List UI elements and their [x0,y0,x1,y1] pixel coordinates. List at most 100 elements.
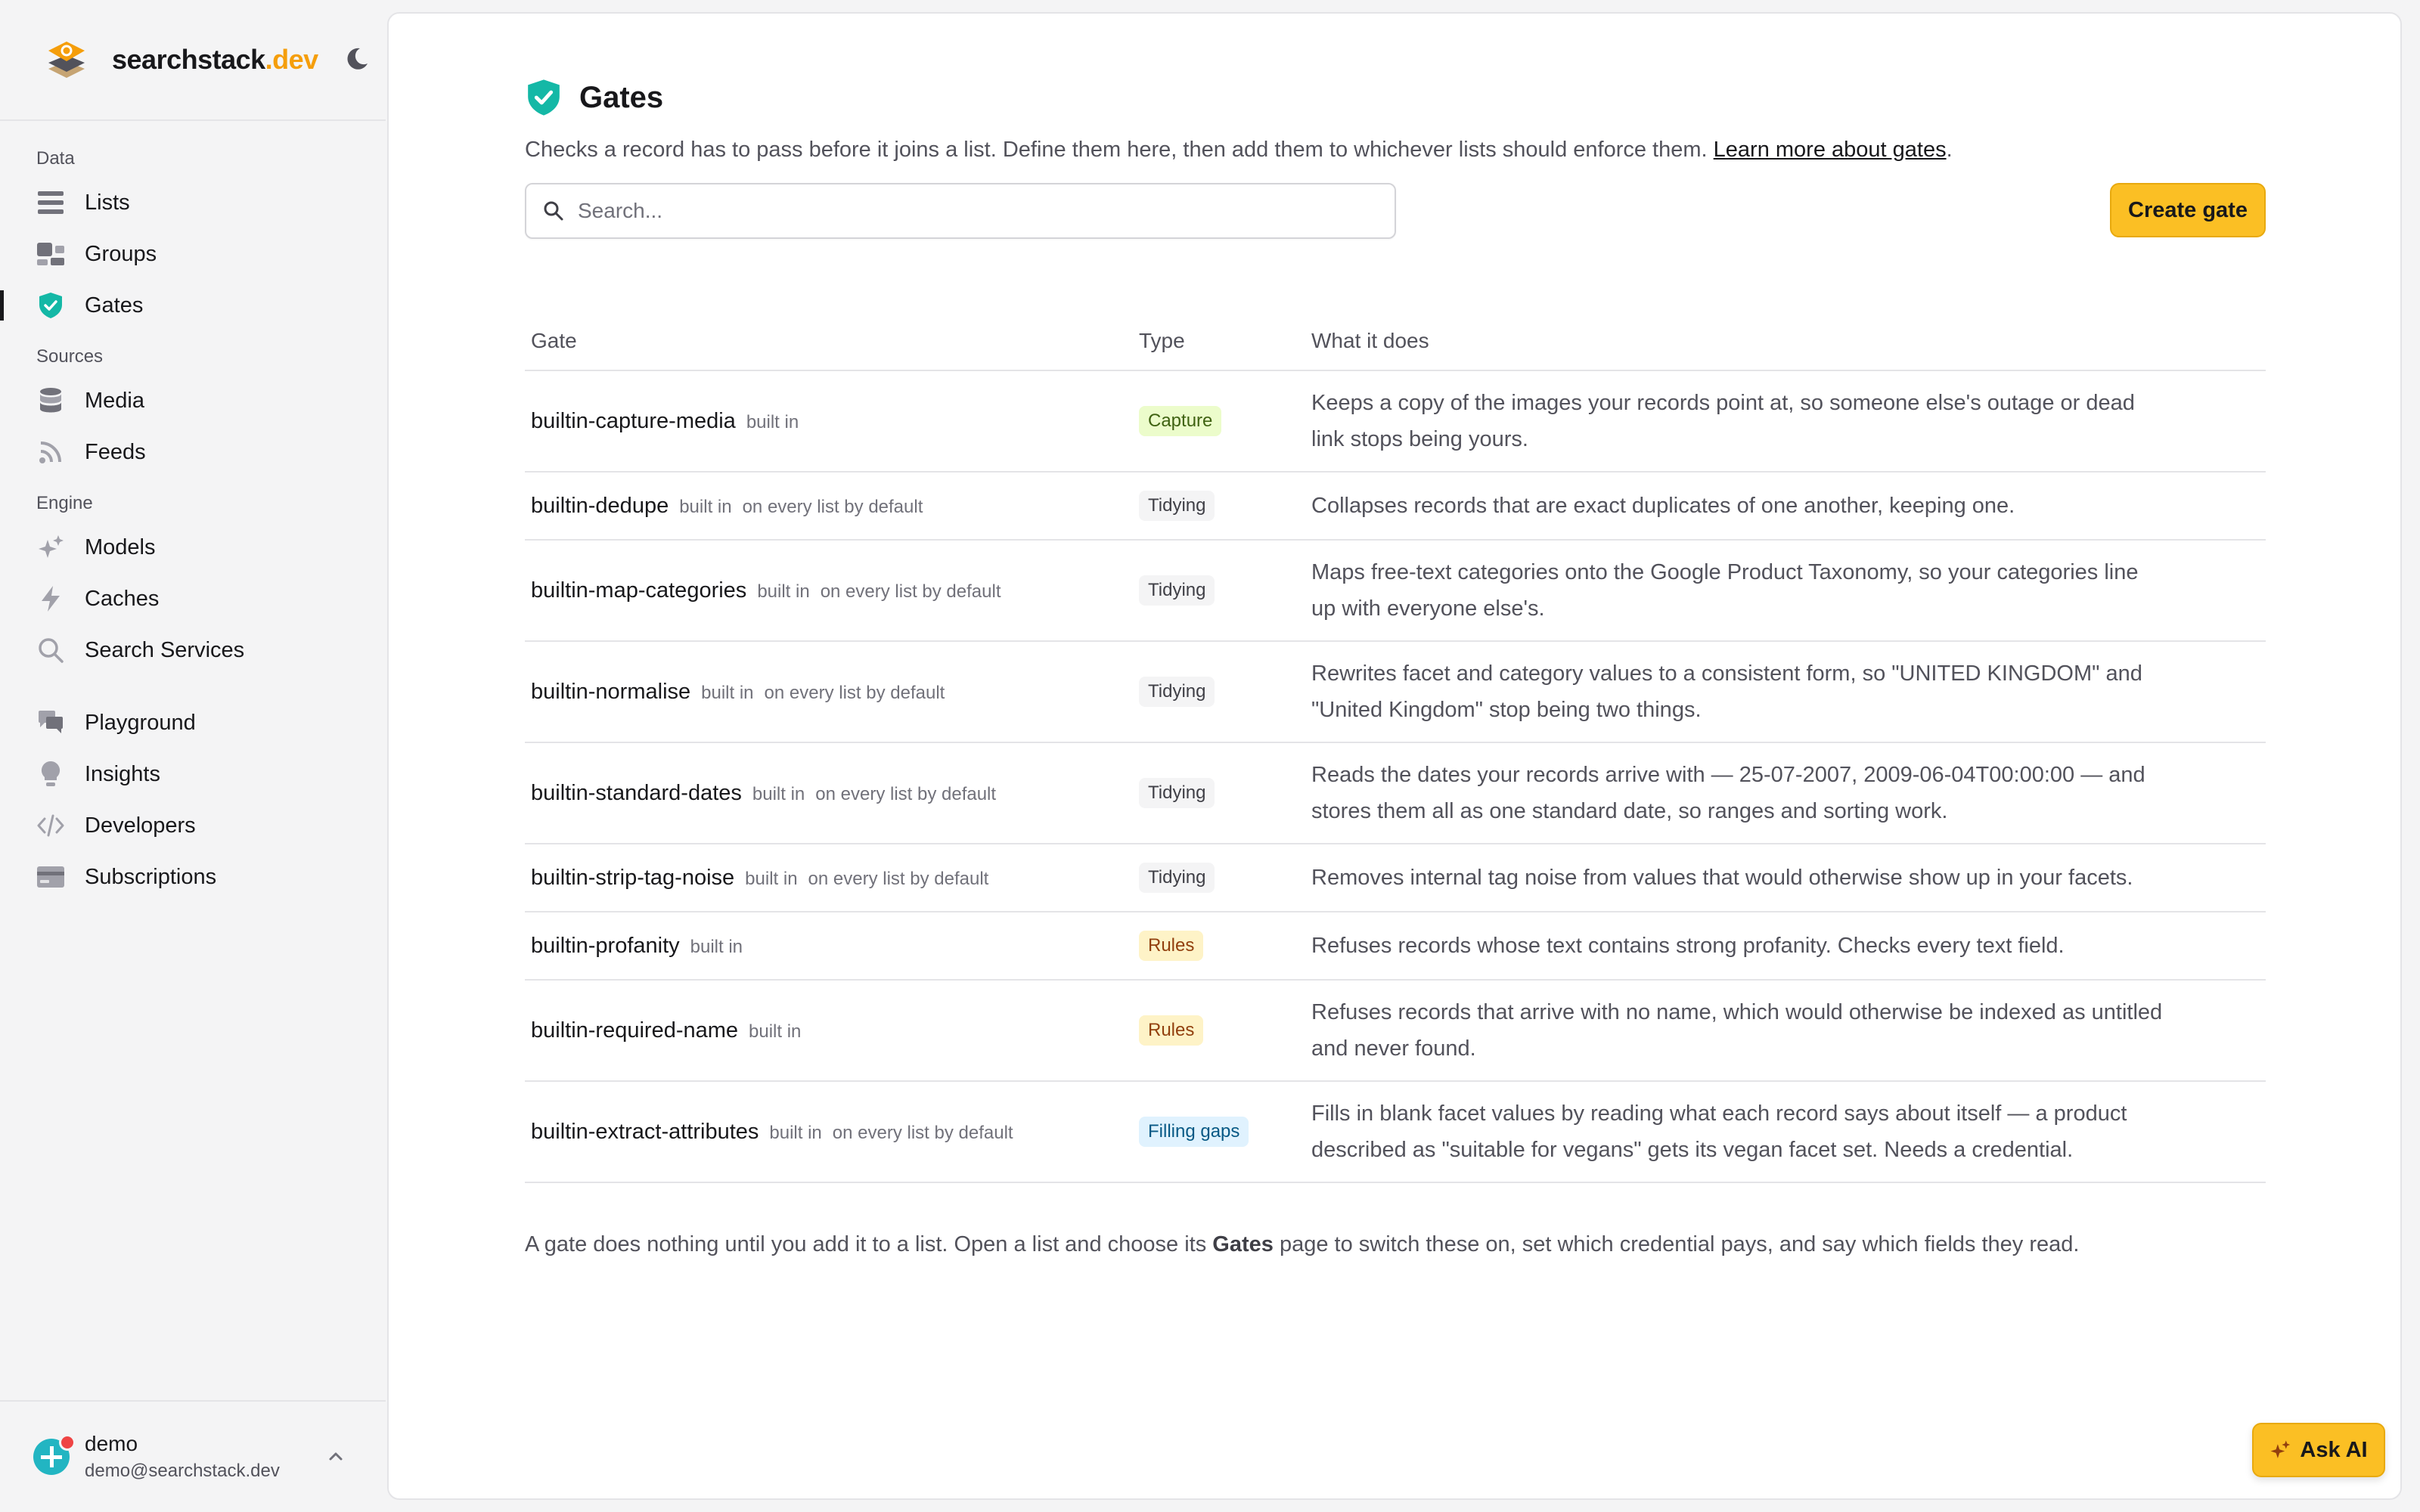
sidebar-item-label: Subscriptions [85,864,217,889]
gate-description: Removes internal tag noise from values t… [1305,844,2266,912]
search-box[interactable] [525,183,1396,239]
sidebar-item-models[interactable]: Models [0,522,386,573]
sidebar-item-lists[interactable]: Lists [0,177,386,228]
default-label: on every list by default [820,581,1001,602]
ask-ai-button[interactable]: Ask AI [2252,1423,2385,1477]
type-cell: Tidying [1133,540,1305,642]
stack-logo-icon [48,42,85,78]
column-header-description: What it does [1305,311,2266,371]
credit-card-icon [36,863,65,891]
sidebar-item-label: Feeds [85,439,146,464]
table-row[interactable]: builtin-normalise built in on every list b… [525,641,2266,743]
type-badge: Filling gaps [1139,1116,1249,1148]
gates-table: Gate Type What it does builtin-capture-m… [525,311,2266,1183]
moon-icon[interactable] [343,45,371,73]
sidebar-item-feeds[interactable]: Feeds [0,426,386,478]
shield-check-icon [528,79,560,116]
gate-cell: builtin-strip-tag-noise built in on every … [525,844,1133,912]
type-badge: Tidying [1139,575,1215,606]
table-row[interactable]: builtin-profanity built in Rules Refuses re… [525,912,2266,981]
lightbulb-icon [36,760,65,789]
sidebar-item-subscriptions[interactable]: Subscriptions [0,851,386,903]
type-cell: Rules [1133,912,1305,981]
sidebar-item-gates[interactable]: Gates [0,280,386,331]
table-header-row: Gate Type What it does [525,311,2266,371]
sidebar-item-insights[interactable]: Insights [0,748,386,800]
footnote: A gate does nothing until you add it to … [525,1232,2079,1257]
table-row[interactable]: builtin-extract-attributes built in on eve… [525,1081,2266,1183]
builtin-label: built in [690,936,743,957]
gate-cell: builtin-dedupe built in on every list by d… [525,472,1133,541]
sidebar-item-developers[interactable]: Developers [0,800,386,851]
ask-ai-label: Ask AI [2300,1437,2368,1462]
footnote-bold: Gates [1212,1232,1274,1256]
sidebar-nav: Data Lists Groups Gates Sources Media Fe… [0,121,386,903]
gate-name[interactable]: builtin-required-name [531,1018,738,1043]
nav-section-engine: Engine [36,493,93,513]
nav-section-sources: Sources [36,346,104,367]
table-row[interactable]: builtin-required-name built in Rules Refuse… [525,980,2266,1082]
type-badge: Tidying [1139,777,1215,809]
gate-name[interactable]: builtin-standard-dates [531,781,742,805]
builtin-label: built in [749,1021,802,1042]
learn-more-link[interactable]: Learn more about gates [1714,138,1947,162]
chevron-up-icon[interactable] [325,1445,346,1467]
type-badge: Tidying [1139,490,1215,522]
sidebar-item-media[interactable]: Media [0,375,386,426]
gate-name[interactable]: builtin-strip-tag-noise [531,866,734,890]
footnote-text: A gate does nothing until you add it to … [525,1232,1207,1256]
subtitle-text: Checks a record has to pass before it jo… [525,138,1708,162]
database-icon [36,386,65,415]
gate-name[interactable]: builtin-profanity [531,934,680,958]
type-badge: Rules [1139,1015,1204,1046]
gate-description: Refuses records whose text contains stro… [1305,912,2266,981]
sidebar-item-label: Groups [85,241,157,266]
table-row[interactable]: builtin-strip-tag-noise built in on every … [525,844,2266,912]
sidebar-item-label: Media [85,388,144,413]
user-info: demo demo@searchstack.dev [85,1432,280,1482]
gate-name[interactable]: builtin-normalise [531,680,690,704]
gate-description: Rewrites facet and category values to a … [1305,641,2266,743]
builtin-label: built in [757,581,810,602]
table-row[interactable]: builtin-capture-media built in Capture Keep… [525,370,2266,472]
search-icon [544,201,563,221]
table-row[interactable]: builtin-standard-dates built in on every l… [525,742,2266,844]
sidebar-item-groups[interactable]: Groups [0,228,386,280]
sidebar-item-label: Models [85,534,156,559]
search-input[interactable] [578,199,1372,223]
sidebar-item-playground[interactable]: Playground [0,697,386,748]
builtin-label: built in [752,783,805,804]
sidebar-item-label: Insights [85,761,160,786]
search-icon [36,636,65,665]
gate-name[interactable]: builtin-dedupe [531,494,669,518]
gate-name[interactable]: builtin-map-categories [531,578,746,603]
type-cell: Tidying [1133,641,1305,743]
column-header-gate: Gate [525,311,1133,371]
gate-name[interactable]: builtin-capture-media [531,409,736,433]
type-cell: Tidying [1133,472,1305,541]
builtin-label: built in [679,496,732,517]
default-label: on every list by default [742,496,923,517]
gate-description: Collapses records that are exact duplica… [1305,472,2266,541]
type-badge: Tidying [1139,862,1215,894]
table-row[interactable]: builtin-map-categories built in on every l… [525,540,2266,642]
brand-name: searchstack.dev [112,44,318,75]
table-row[interactable]: builtin-dedupe built in on every list by d… [525,472,2266,541]
user-menu[interactable]: demo demo@searchstack.dev [0,1400,386,1512]
sidebar-item-caches[interactable]: Caches [0,573,386,624]
main-panel: Gates Checks a record has to pass before… [387,12,2402,1500]
rss-icon [36,438,65,466]
code-icon [36,811,65,840]
gate-name[interactable]: builtin-extract-attributes [531,1120,759,1144]
footnote-text-end: page to switch these on, set which crede… [1279,1232,2080,1256]
sidebar: searchstack.dev Data Lists Groups Gates … [0,0,386,1512]
gate-cell: builtin-profanity built in [525,912,1133,981]
user-email: demo@searchstack.dev [85,1461,280,1481]
gate-description: Refuses records that arrive with no name… [1305,980,2266,1082]
create-gate-button[interactable]: Create gate [2110,183,2266,237]
gate-cell: builtin-required-name built in [525,980,1133,1082]
page-subtitle: Checks a record has to pass before it jo… [525,138,1953,163]
sidebar-item-search-services[interactable]: Search Services [0,624,386,676]
brand[interactable]: searchstack.dev [0,0,386,121]
sparkles-icon [36,533,65,562]
